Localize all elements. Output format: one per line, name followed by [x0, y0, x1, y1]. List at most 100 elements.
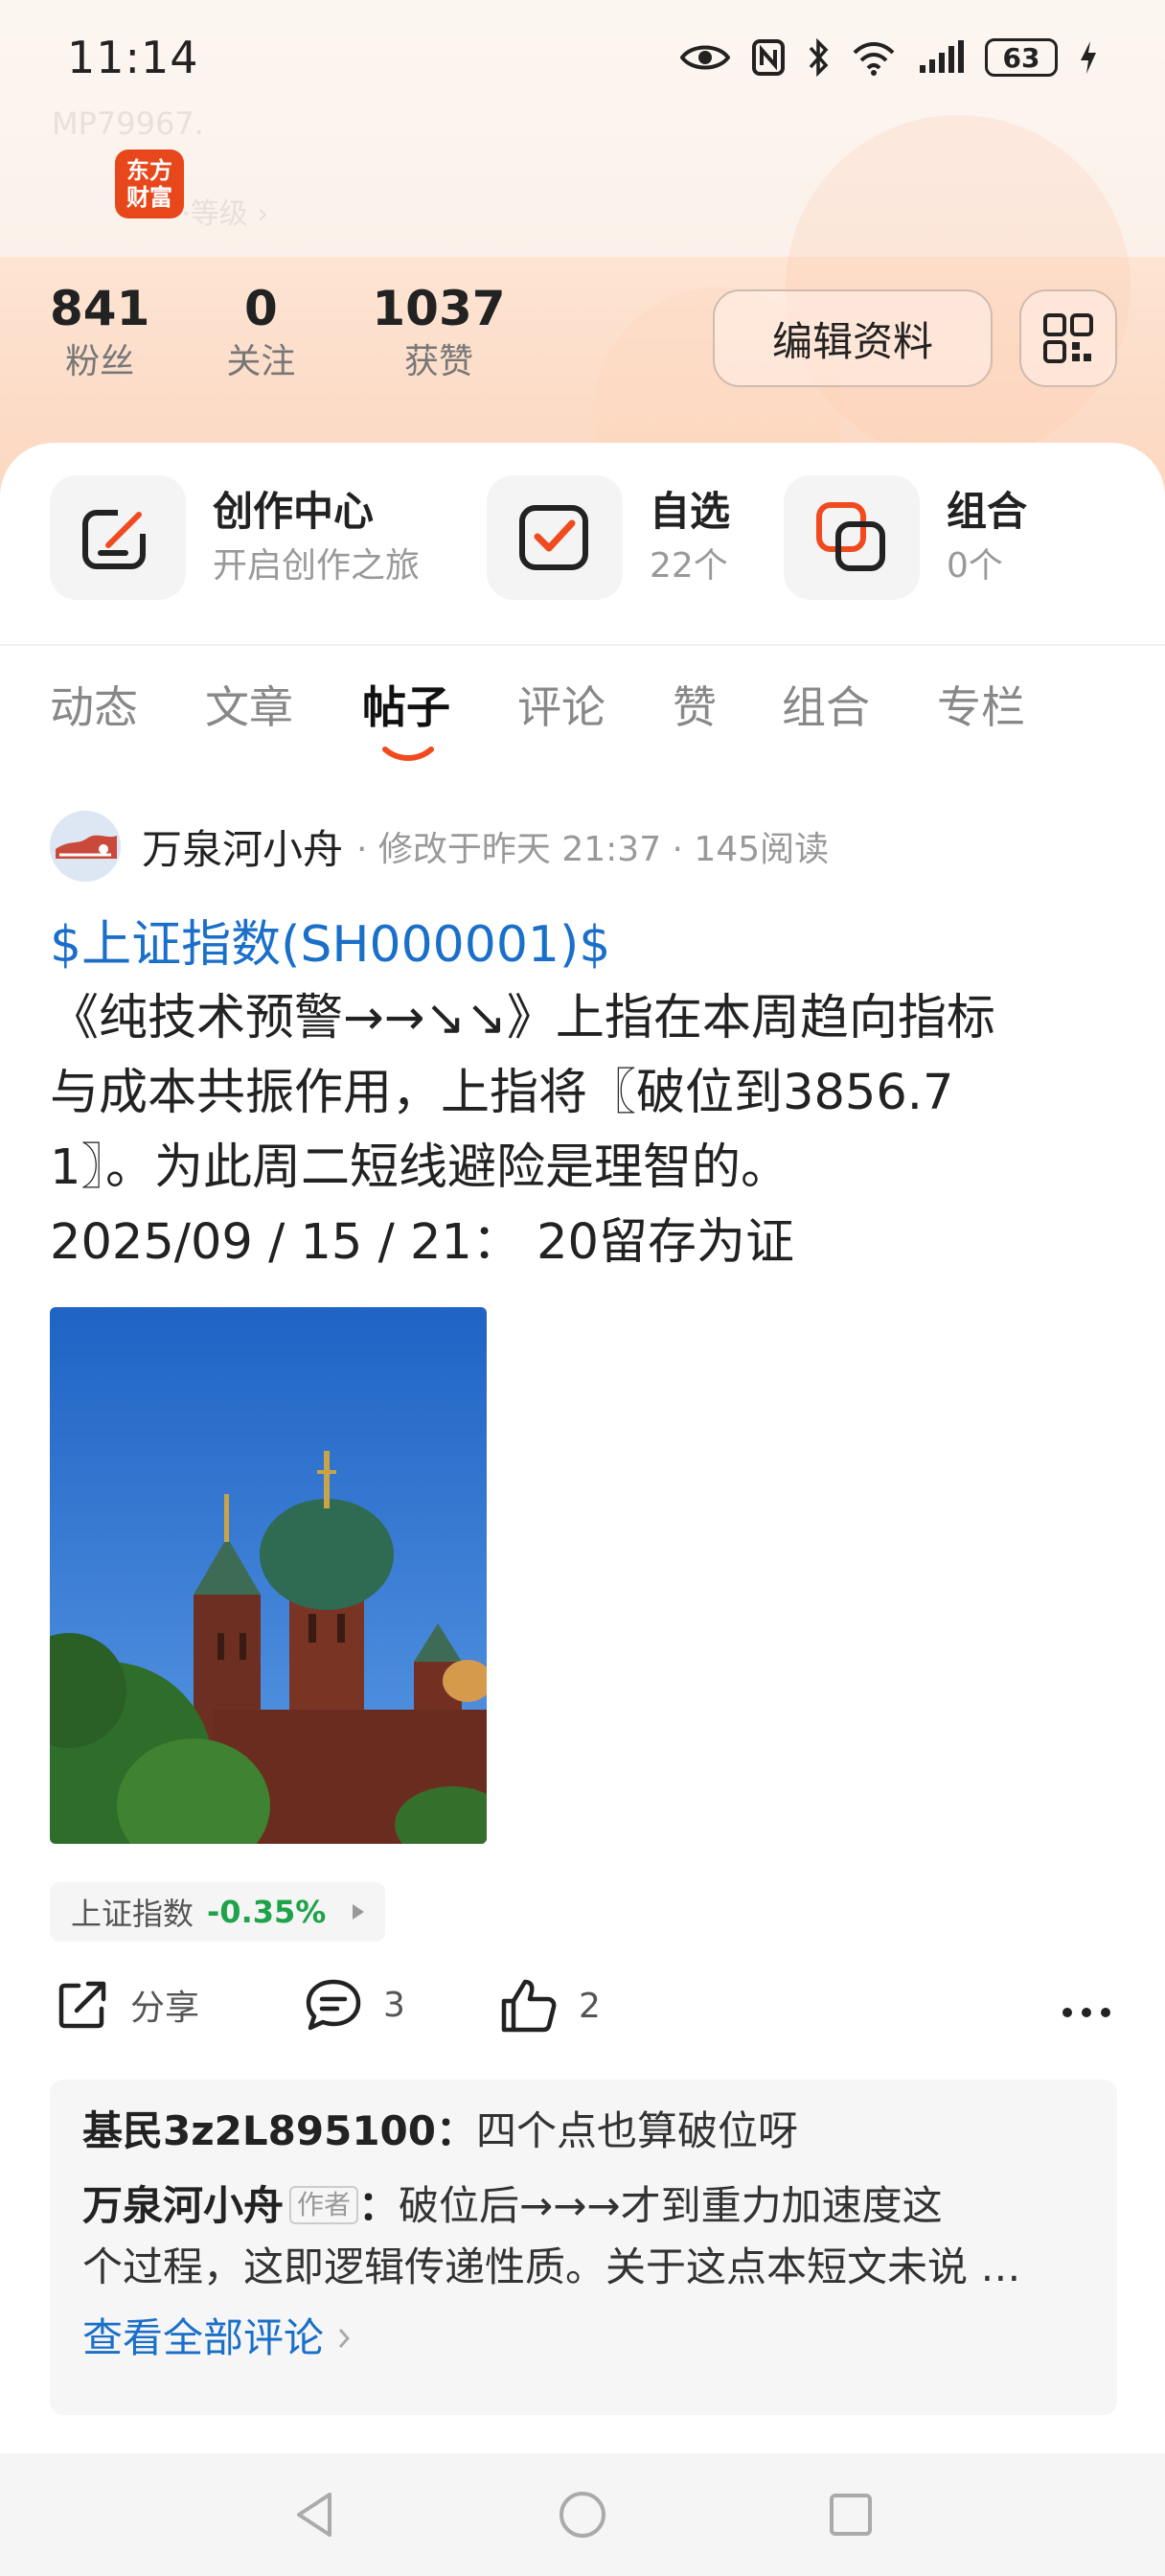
comment-separator: ：: [358, 2182, 400, 2229]
thumbs-up-icon: [501, 1979, 557, 2033]
post-body-line: 与成本共振作用，上指将〖破位到3856.7: [50, 1065, 954, 1121]
comment-separator: ：: [436, 2107, 477, 2154]
active-tab-indicator: [382, 747, 434, 761]
tab-columns[interactable]: 专栏: [937, 671, 1025, 744]
shortcut-creation-center[interactable]: 创作中心 开启创作之旅: [50, 475, 420, 600]
shortcut-icon-box: [50, 475, 186, 600]
signal-icon: [920, 40, 964, 73]
comment-item[interactable]: 万泉河小舟 作者 ：破位后→→→才到重力加速度这: [82, 2175, 1085, 2237]
shortcut-icon-box: [784, 475, 920, 600]
stat-likes[interactable]: 1037 获赞: [372, 278, 505, 385]
post-body-line: 《纯技术预警→→↘↘》上指在本周趋向指标: [50, 990, 995, 1046]
post-meta: · 修改于昨天 21:37 · 145阅读: [356, 830, 830, 869]
stat-value: 0: [243, 281, 278, 336]
post-body-line: 1〗。为此周二短线避险是理智的。: [50, 1139, 789, 1196]
shortcut-title: 组合: [947, 488, 1028, 535]
stat-following[interactable]: 0 关注: [226, 278, 295, 385]
status-bar: 11:14 63: [0, 0, 1165, 115]
stock-tag-name: 上证指数: [71, 1896, 194, 1932]
share-button[interactable]: 分享: [56, 1978, 199, 2032]
like-count: 2: [579, 1986, 601, 2026]
stock-tag-change: -0.35%: [207, 1894, 327, 1930]
user-id-faded: MP79967.: [52, 105, 204, 142]
comment-text: 破位后→→→才到重力加速度这: [399, 2182, 943, 2229]
comment-count: 3: [383, 1985, 405, 2025]
back-icon[interactable]: [291, 2489, 337, 2541]
qr-code-button[interactable]: [1019, 289, 1117, 387]
shortcut-text: 自选 22个: [650, 483, 730, 592]
stat-label: 粉丝: [65, 342, 135, 381]
shortcut-text: 组合 0个: [947, 483, 1027, 592]
post-body-line: 2025/09 / 15 / 21： 20留存为证: [50, 1214, 794, 1271]
status-time: 11:14: [67, 32, 199, 83]
comment-username[interactable]: 万泉河小舟: [82, 2182, 284, 2229]
stock-tag[interactable]: 上证指数 -0.35%: [50, 1882, 386, 1942]
section-divider: [0, 644, 1165, 646]
shortcut-icon-box: [487, 475, 623, 600]
stat-label: 关注: [226, 342, 296, 381]
edit-profile-button[interactable]: 编辑资料: [713, 289, 993, 387]
author-badge: 作者: [289, 2186, 359, 2224]
wifi-icon: [853, 42, 895, 76]
shortcut-subtitle: 开启创作之旅: [213, 546, 421, 586]
comment-username[interactable]: 基民3z2L895100: [82, 2107, 436, 2154]
chevron-right-icon: [353, 1904, 365, 1920]
tab-posts[interactable]: 帖子: [362, 671, 450, 744]
post-header: 万泉河小舟 · 修改于昨天 21:37 · 145阅读: [50, 811, 829, 882]
portfolio-icon: [816, 502, 885, 571]
stat-value: 1037: [372, 281, 506, 336]
tab-portfolio[interactable]: 组合: [782, 671, 870, 744]
logo-text: 东方: [126, 157, 172, 184]
charging-icon: [1081, 41, 1096, 74]
stat-followers[interactable]: 841 粉丝: [50, 278, 149, 385]
chevron-right-icon: [338, 2329, 351, 2348]
share-icon: [58, 1981, 106, 2029]
post-actions: 分享 3 2: [50, 1978, 1123, 2055]
like-button[interactable]: 2: [500, 1978, 601, 2034]
system-navigation-bar: [0, 2453, 1165, 2576]
shortcut-portfolio[interactable]: 组合 0个: [784, 475, 1027, 600]
app-logo: 东方 财富: [115, 150, 184, 218]
battery-level: 63: [1002, 41, 1040, 74]
shortcut-row: 创作中心 开启创作之旅 自选 22个 组合 0个: [50, 475, 1123, 600]
comment-item[interactable]: 基民3z2L895100：四个点也算破位呀: [82, 2101, 1085, 2162]
home-icon[interactable]: [558, 2490, 607, 2540]
post-image[interactable]: [50, 1307, 487, 1844]
tab-articles[interactable]: 文章: [205, 671, 293, 744]
checkbox-icon: [519, 505, 588, 570]
tab-likes[interactable]: 赞: [673, 671, 717, 744]
recents-icon[interactable]: [828, 2492, 874, 2538]
comment-preview-box: 基民3z2L895100：四个点也算破位呀 万泉河小舟 作者 ：破位后→→→才到重力…: [50, 2080, 1117, 2415]
qr-code-icon: [1043, 313, 1093, 363]
edit-square-icon: [82, 505, 154, 569]
avatar[interactable]: [50, 811, 121, 882]
logo-text: 财富: [126, 184, 172, 211]
shortcut-watchlist[interactable]: 自选 22个: [487, 475, 730, 600]
eye-icon: [680, 45, 730, 70]
tab-activity[interactable]: 动态: [50, 671, 138, 744]
stat-value: 841: [50, 281, 150, 336]
tab-comments[interactable]: 评论: [517, 671, 605, 744]
nfc-icon: [752, 39, 785, 76]
view-all-label: 查看全部评论: [82, 2314, 325, 2361]
stat-label: 获赞: [403, 342, 473, 381]
post-body[interactable]: 《纯技术预警→→↘↘》上指在本周趋向指标 与成本共振作用，上指将〖破位到3856…: [50, 981, 1123, 1280]
cathedral-photo: [50, 1307, 487, 1844]
view-all-comments-link[interactable]: 查看全部评论: [82, 2308, 1085, 2369]
shortcut-subtitle: 22个: [650, 546, 728, 586]
more-options-icon[interactable]: [1062, 2007, 1111, 2018]
avatar-image: [50, 811, 121, 882]
status-icons: 63: [680, 38, 1098, 77]
comment-text: 四个点也算破位呀: [476, 2107, 799, 2154]
post-stock-link[interactable]: $上证指数(SH000001)$: [50, 910, 610, 979]
post-author-name[interactable]: 万泉河小舟: [142, 817, 343, 876]
comment-button[interactable]: 3: [305, 1978, 405, 2032]
battery-indicator: 63: [985, 38, 1058, 77]
comment-icon: [306, 1979, 361, 2031]
shortcut-title: 创作中心: [213, 488, 375, 535]
shortcut-title: 自选: [650, 488, 731, 535]
bluetooth-icon: [809, 38, 829, 77]
comment-text-continued: 个过程，这即逻辑传递性质。关于这点本短文未说 …: [82, 2243, 1021, 2290]
shortcut-subtitle: 0个: [947, 546, 1003, 586]
shortcut-text: 创作中心 开启创作之旅: [213, 483, 420, 592]
